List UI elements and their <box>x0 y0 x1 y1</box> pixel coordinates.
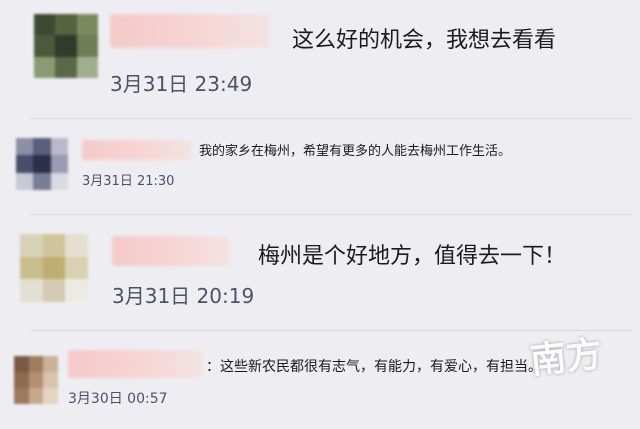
comment-text: 这么好的机会，我想去看看 <box>292 28 557 53</box>
divider <box>30 330 632 331</box>
comment-text: ：这些新农民都很有志气，有能力，有爱心，有担当。 <box>206 359 542 375</box>
username[interactable] <box>112 236 230 266</box>
watermark-logo: 南方 <box>528 332 605 383</box>
comment-timestamp: 3月31日 21:30 <box>82 174 175 189</box>
username[interactable] <box>68 350 204 378</box>
avatar[interactable] <box>16 138 68 190</box>
comment-text: 我的家乡在梅州，希望有更多的人能去梅州工作生活。 <box>199 144 512 159</box>
divider <box>30 118 632 119</box>
comment-text: 梅州是个好地方，值得去一下！ <box>258 244 567 269</box>
comment-item: 我的家乡在梅州，希望有更多的人能去梅州工作生活。 3月31日 21:30 <box>0 120 640 215</box>
comment-timestamp: 3月31日 23:49 <box>110 72 253 96</box>
comment-timestamp: 3月30日 00:57 <box>68 391 168 407</box>
avatar[interactable] <box>14 356 58 404</box>
avatar[interactable] <box>20 234 88 302</box>
username[interactable] <box>82 140 192 160</box>
comment-item: 梅州是个好地方，值得去一下！ 3月31日 20:19 <box>0 216 640 326</box>
comment-timestamp: 3月31日 20:19 <box>112 284 255 308</box>
username[interactable] <box>110 14 270 48</box>
divider <box>30 214 632 215</box>
comment-item: 这么好的机会，我想去看看 3月31日 23:49 <box>0 0 640 120</box>
avatar[interactable] <box>34 14 98 78</box>
